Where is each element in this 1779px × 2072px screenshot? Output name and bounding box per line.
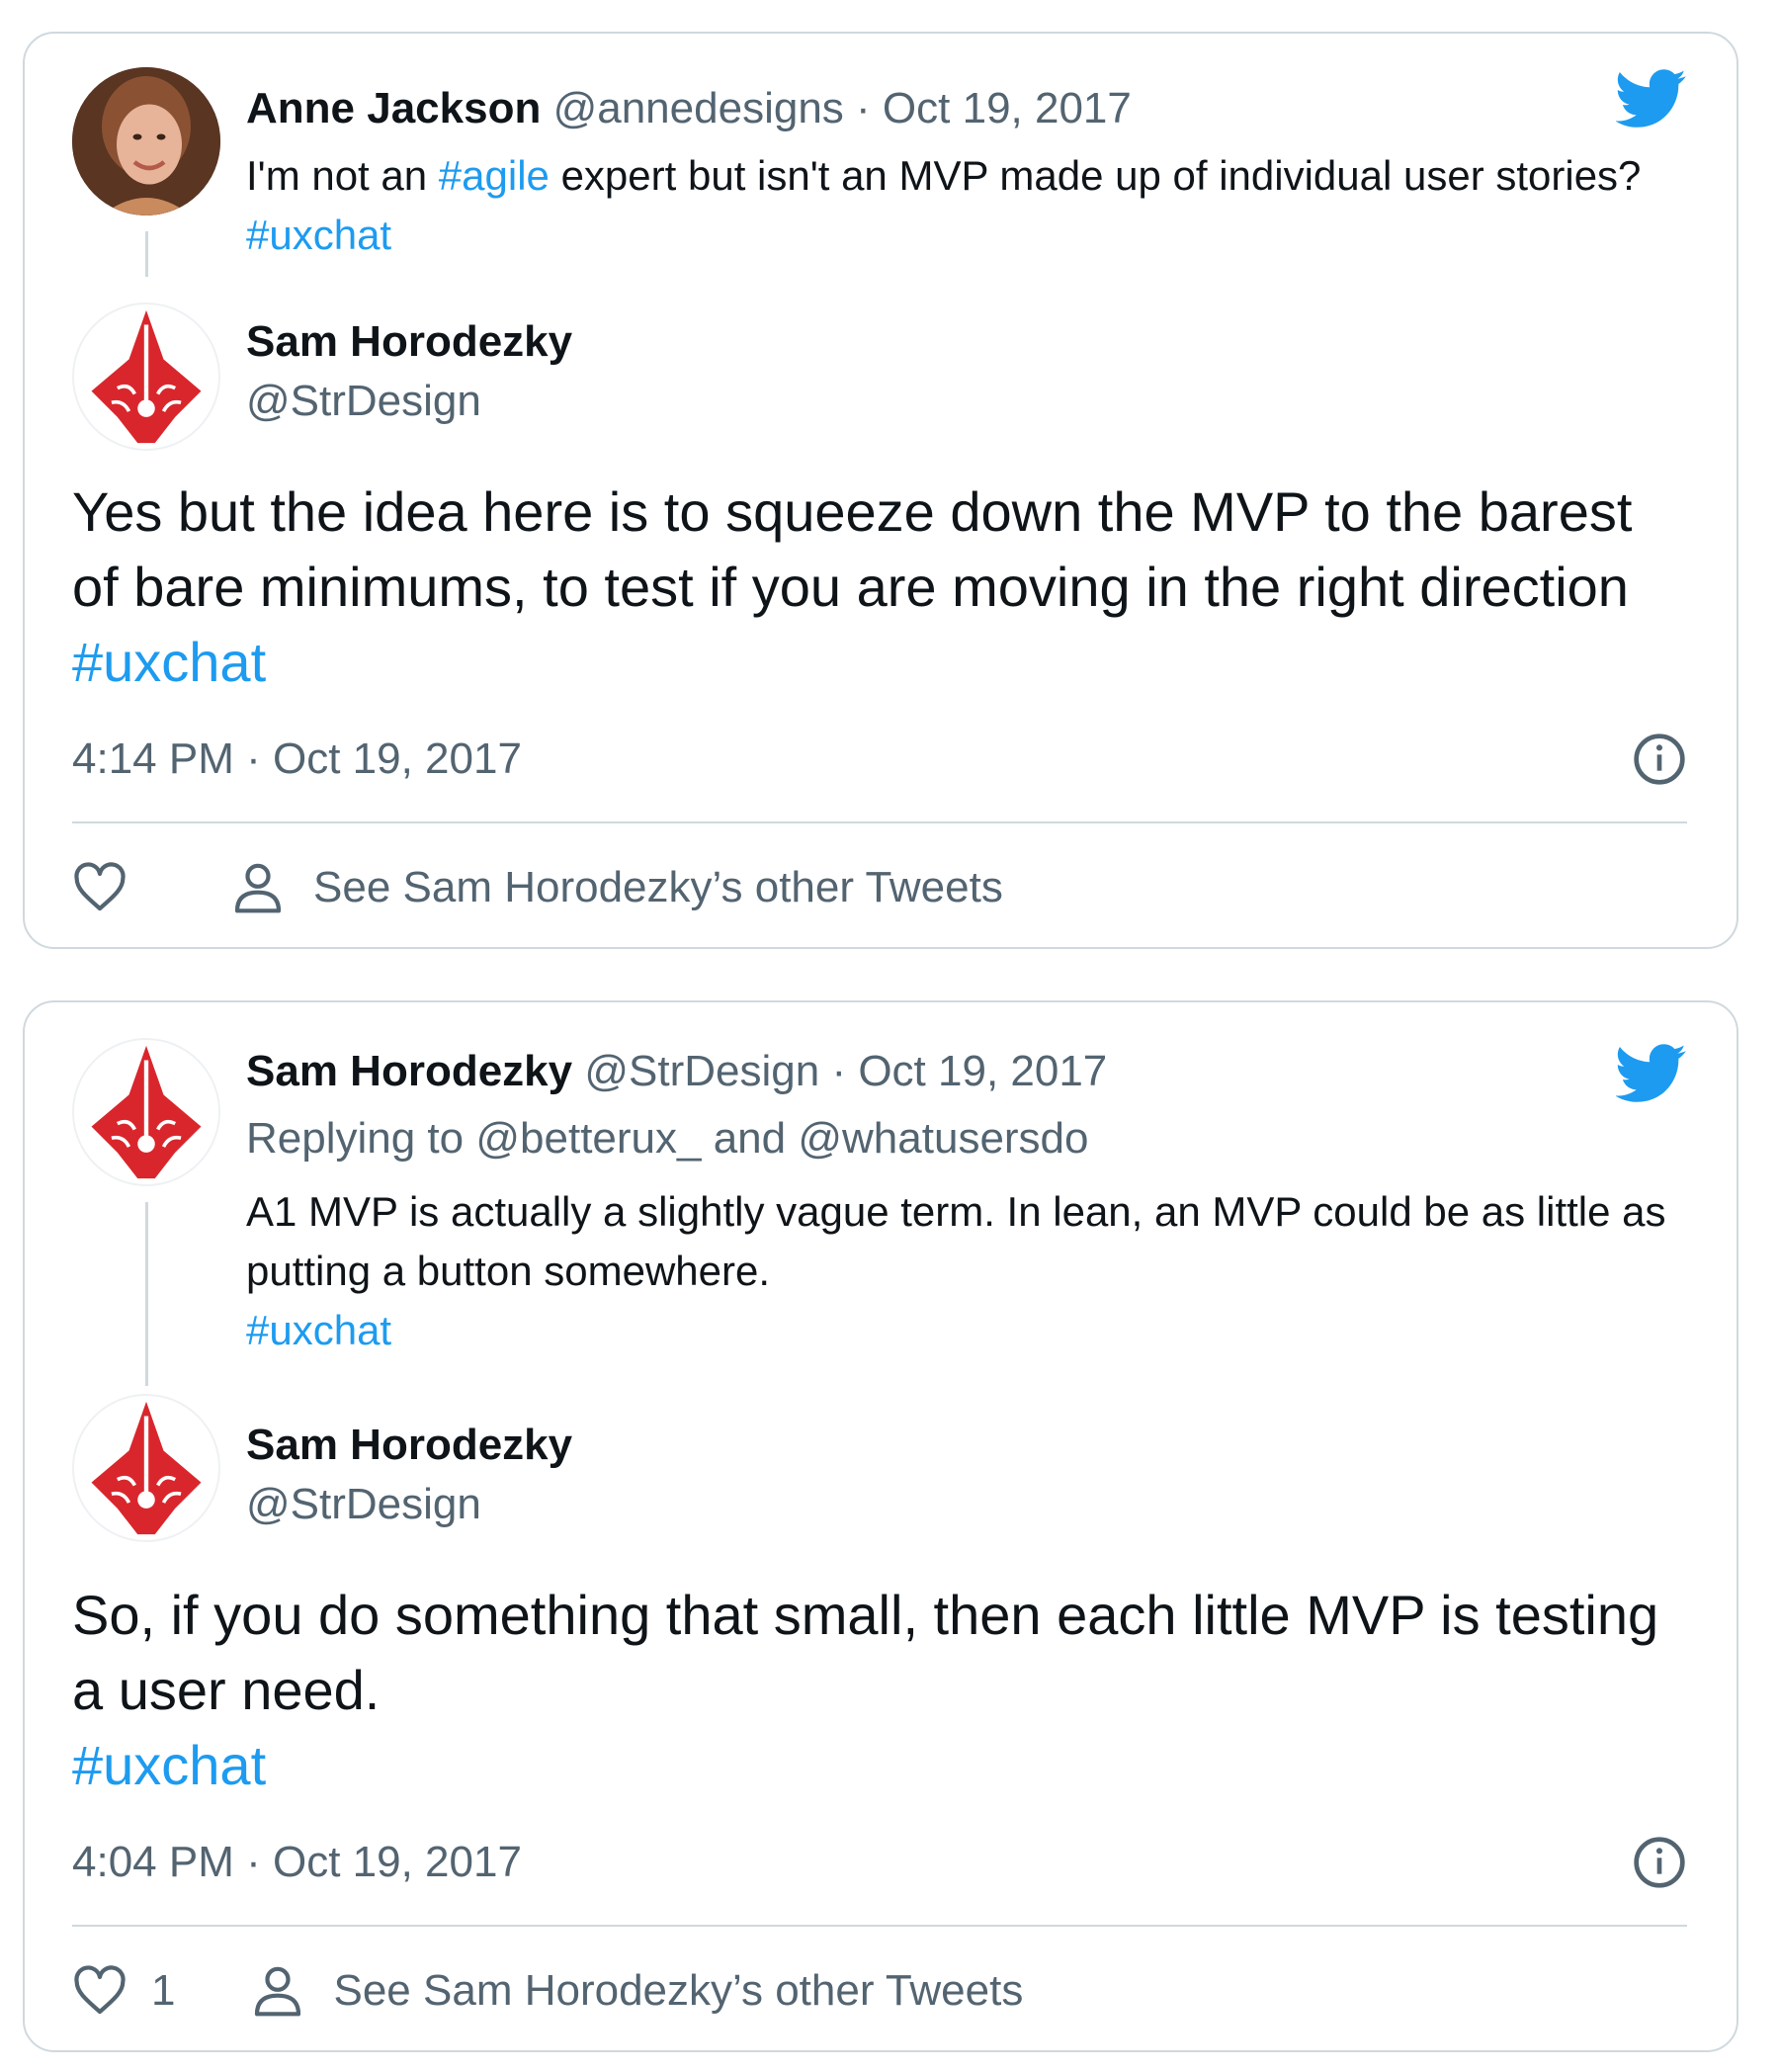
avatar[interactable] — [72, 67, 220, 216]
replying-and: and — [701, 1114, 799, 1163]
pen-nib-logo-icon — [91, 1401, 202, 1535]
quoted-tweet-header[interactable]: Anne Jackson @annedesigns · Oct 19, 2017 — [246, 83, 1132, 134]
avatar[interactable] — [72, 302, 220, 451]
see-other-tweets-link[interactable]: See Sam Horodezky’s other Tweets — [313, 863, 1003, 912]
quoted-text-part: A1 MVP is actually a slightly vague term… — [246, 1188, 1666, 1294]
hashtag-link[interactable]: #agile — [439, 152, 550, 199]
tweet-card[interactable]: Sam Horodezky @StrDesign · Oct 19, 2017 … — [23, 1000, 1738, 2052]
person-icon[interactable] — [230, 860, 286, 915]
pen-nib-logo-icon — [91, 1045, 202, 1179]
tweet-actions: See Sam Horodezky’s other Tweets — [72, 858, 1003, 917]
quoted-date[interactable]: Oct 19, 2017 — [883, 84, 1132, 132]
tweet-text: So, if you do something that small, then… — [72, 1578, 1693, 1803]
separator-dot: · — [831, 1047, 847, 1095]
avatar[interactable] — [72, 1394, 220, 1542]
tweet-timestamp[interactable]: 4:04 PM · Oct 19, 2017 — [72, 1837, 522, 1888]
quoted-tweet-text: A1 MVP is actually a slightly vague term… — [246, 1182, 1669, 1360]
info-icon[interactable] — [1632, 1835, 1687, 1890]
quoted-text-part: I'm not an — [246, 152, 439, 199]
separator-dot: · — [856, 84, 871, 132]
divider — [72, 1925, 1687, 1927]
quoted-date[interactable]: Oct 19, 2017 — [858, 1047, 1107, 1095]
see-other-tweets-link[interactable]: See Sam Horodezky’s other Tweets — [333, 1966, 1023, 2016]
tweet-text: Yes but the idea here is to squeeze down… — [72, 475, 1693, 700]
hashtag-link[interactable]: #uxchat — [246, 1307, 391, 1353]
quoted-tweet-header[interactable]: Sam Horodezky @StrDesign · Oct 19, 2017 — [246, 1046, 1107, 1097]
pen-nib-logo-icon — [91, 309, 202, 444]
divider — [72, 821, 1687, 823]
tweet-card[interactable]: Anne Jackson @annedesigns · Oct 19, 2017… — [23, 32, 1738, 949]
quoted-text-part: expert but isn't an MVP made up of indiv… — [549, 152, 1642, 199]
tweet-text-body: So, if you do something that small, then… — [72, 1584, 1659, 1721]
person-icon[interactable] — [250, 1963, 305, 2019]
author-block[interactable]: Sam Horodezky @StrDesign — [246, 1416, 572, 1534]
tweet-text-body: Yes but the idea here is to squeeze down… — [72, 480, 1633, 618]
info-icon[interactable] — [1632, 732, 1687, 787]
quoted-tweet-text: I'm not an #agile expert but isn't an MV… — [246, 146, 1669, 265]
quoted-author-name[interactable]: Sam Horodezky — [246, 1047, 572, 1095]
author-name[interactable]: Sam Horodezky — [246, 1416, 572, 1475]
tweet-timestamp[interactable]: 4:14 PM · Oct 19, 2017 — [72, 734, 522, 785]
hashtag-link[interactable]: #uxchat — [72, 1734, 266, 1796]
author-name[interactable]: Sam Horodezky — [246, 312, 572, 372]
thread-line — [145, 231, 148, 277]
mention-link[interactable]: @betterux_ — [475, 1114, 701, 1163]
mention-link[interactable]: @whatusersdo — [798, 1114, 1088, 1163]
quoted-author-name[interactable]: Anne Jackson — [246, 84, 541, 132]
quoted-author-handle[interactable]: @annedesigns — [553, 84, 844, 132]
heart-icon[interactable] — [72, 1963, 127, 2019]
author-handle[interactable]: @StrDesign — [246, 372, 572, 431]
author-handle[interactable]: @StrDesign — [246, 1475, 572, 1534]
heart-icon[interactable] — [72, 860, 127, 915]
tweet-actions: 1 See Sam Horodezky’s other Tweets — [72, 1961, 1023, 2021]
avatar[interactable] — [72, 1038, 220, 1186]
hashtag-link[interactable]: #uxchat — [72, 631, 266, 693]
hashtag-link[interactable]: #uxchat — [246, 212, 391, 258]
twitter-bird-icon[interactable] — [1616, 69, 1687, 129]
replying-prefix: Replying to — [246, 1114, 476, 1163]
thread-line — [145, 1202, 148, 1386]
avatar-photo — [72, 67, 220, 216]
twitter-bird-icon[interactable] — [1616, 1044, 1687, 1103]
quoted-author-handle[interactable]: @StrDesign — [584, 1047, 819, 1095]
like-count[interactable]: 1 — [151, 1966, 175, 2016]
replying-to: Replying to @betterux_ and @whatusersdo — [246, 1113, 1089, 1165]
author-block[interactable]: Sam Horodezky @StrDesign — [246, 312, 572, 431]
